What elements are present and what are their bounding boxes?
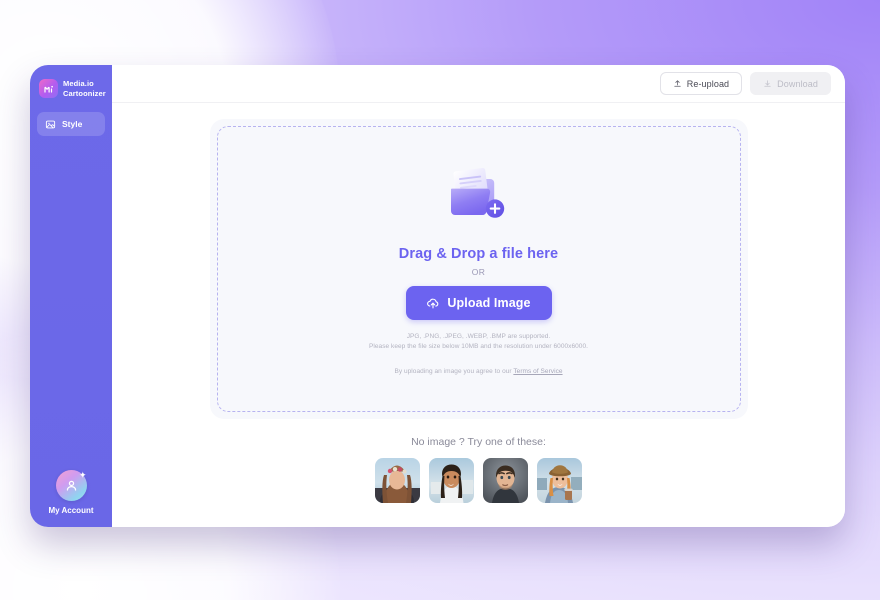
terms-of-service-link[interactable]: Terms of Service xyxy=(513,368,562,375)
page-backdrop: Media.io Cartoonizer Style ✦ My Account … xyxy=(0,0,880,600)
download-label: Download xyxy=(777,78,818,89)
upload-image-label: Upload Image xyxy=(447,295,531,310)
drop-zone-title: Drag & Drop a file here xyxy=(398,245,559,262)
sample-woman-hat-coffee[interactable] xyxy=(537,458,582,503)
sample-woman-flower-crown[interactable] xyxy=(375,458,420,503)
re-upload-label: Re-upload xyxy=(686,78,730,89)
cloud-upload-icon xyxy=(426,296,440,310)
sample-images-section: No image ? Try one of these: xyxy=(375,436,582,503)
sidebar-item-label: Style xyxy=(62,119,83,129)
re-upload-button[interactable]: Re-upload xyxy=(659,72,743,95)
sparkle-icon: ✦ xyxy=(78,470,87,480)
drop-zone[interactable]: Drag & Drop a file here OR Upload Image xyxy=(216,126,741,412)
terms-notice: By uploading an image you agree to our T… xyxy=(394,368,562,375)
main-area: Re-upload Download Drag & Drop a file he… xyxy=(112,65,845,527)
upload-arrow-icon xyxy=(673,79,682,88)
supported-formats-hint: JPG, .PNG, .JPEG, .WEBP, .BMP are suppor… xyxy=(406,332,551,340)
upload-image-button[interactable]: Upload Image xyxy=(405,285,552,320)
account-section[interactable]: ✦ My Account xyxy=(30,470,112,515)
account-label: My Account xyxy=(48,506,94,515)
upload-card: Drag & Drop a file here OR Upload Image xyxy=(209,119,748,419)
content-area: Drag & Drop a file here OR Upload Image xyxy=(112,103,845,527)
sidebar: Media.io Cartoonizer Style ✦ My Account xyxy=(30,65,112,527)
sample-images-title: No image ? Try one of these: xyxy=(411,436,546,448)
image-style-icon xyxy=(45,119,56,130)
file-limits-hint: Please keep the file size below 10MB and… xyxy=(369,343,588,350)
app-window: Media.io Cartoonizer Style ✦ My Account … xyxy=(30,65,845,527)
brand-name: Media.io Cartoonizer xyxy=(63,79,106,98)
topbar: Re-upload Download xyxy=(112,65,845,103)
download-arrow-icon xyxy=(763,79,772,88)
sidebar-item-style[interactable]: Style xyxy=(37,112,105,136)
download-button[interactable]: Download xyxy=(750,72,831,95)
terms-prefix: By uploading an image you agree to our xyxy=(394,368,514,376)
folder-add-icon xyxy=(440,163,518,232)
sample-images-row xyxy=(375,458,582,503)
drop-zone-or-label: OR xyxy=(471,266,486,277)
sample-woman-smiling[interactable] xyxy=(429,458,474,503)
brand-logo[interactable]: Media.io Cartoonizer xyxy=(34,75,108,102)
media-io-logo-icon xyxy=(39,79,58,98)
user-avatar-icon[interactable]: ✦ xyxy=(55,470,87,501)
sample-man-portrait[interactable] xyxy=(483,458,528,503)
